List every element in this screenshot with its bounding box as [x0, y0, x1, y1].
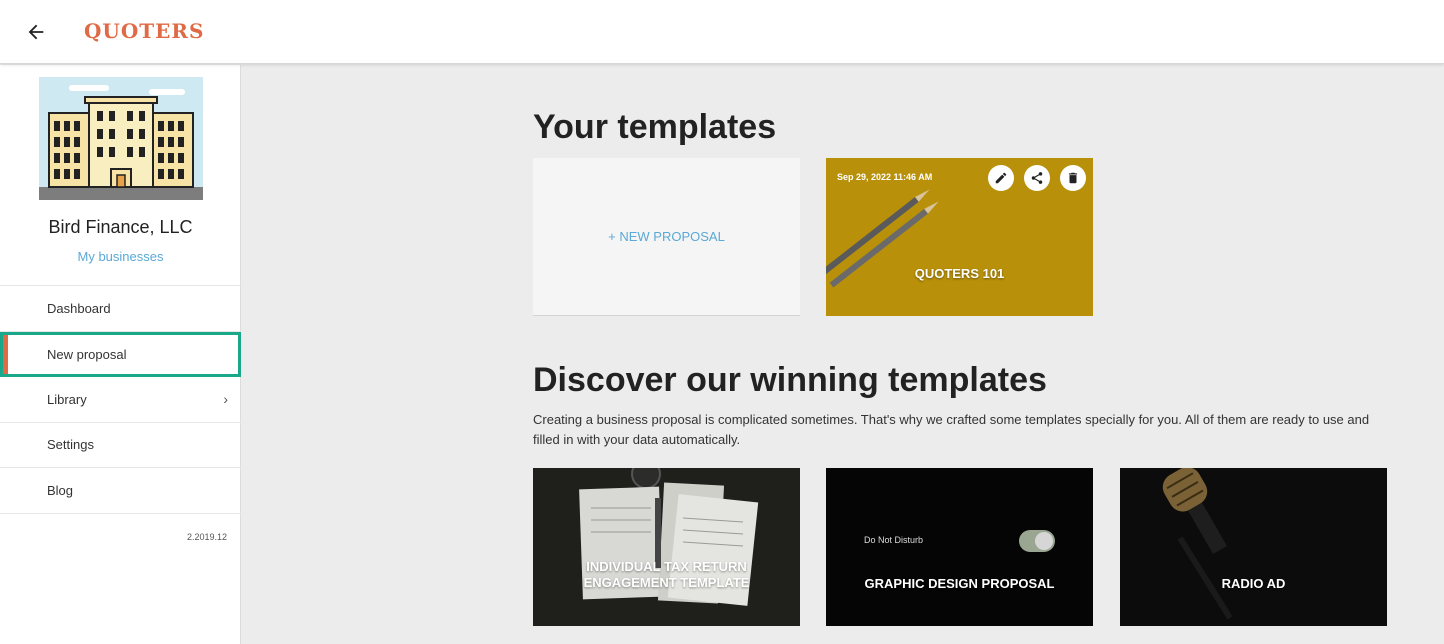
winning-template-radio-ad[interactable]: RADIO AD	[1120, 468, 1387, 626]
share-icon	[1031, 172, 1043, 184]
business-name: Bird Finance, LLC	[48, 217, 193, 237]
app-logo[interactable]: QUOTERS	[84, 19, 204, 43]
trash-icon	[1068, 172, 1078, 184]
winning-template-graphic-design[interactable]: Do Not Disturb GRAPHIC DESIGN PROPOSAL	[826, 468, 1093, 626]
business-building-image	[39, 77, 203, 200]
sidebar-item-label: Dashboard	[47, 300, 111, 316]
sidebar-item-label: New proposal	[47, 346, 127, 362]
sidebar-item-library[interactable]: Library ›	[0, 377, 241, 423]
pencil-icon	[995, 172, 1007, 184]
template-title: QUOTERS 101	[914, 266, 1005, 281]
edit-button[interactable]	[988, 165, 1014, 191]
discover-description: Creating a business proposal is complica…	[533, 412, 1370, 447]
sidebar-item-label: Blog	[47, 482, 74, 498]
chevron-right-icon: ›	[223, 391, 228, 408]
sidebar-item-label: Library	[47, 391, 87, 407]
template-card-quoters-101[interactable]: Sep 29, 2022 11:46 AM QUOTERS 101	[826, 158, 1093, 316]
delete-button[interactable]	[1060, 165, 1086, 191]
sidebar-item-blog[interactable]: Blog	[0, 468, 241, 514]
top-bar: QUOTERS	[0, 0, 1444, 64]
microphone-image	[1120, 468, 1387, 626]
sidebar: Bird Finance, LLC My businesses Dashboar…	[0, 65, 241, 644]
share-button[interactable]	[1024, 165, 1050, 191]
sidebar-item-label: Settings	[47, 437, 94, 453]
discover-heading: Discover our winning templates	[533, 361, 1047, 399]
new-proposal-card[interactable]: + NEW PROPOSAL	[533, 158, 800, 316]
template-title: INDIVIDUAL TAX RETURN ENGAGEMENT TEMPLAT…	[583, 559, 750, 590]
toggle-image	[1019, 530, 1055, 552]
overlay-text: Do Not Disturb	[864, 535, 924, 545]
template-date: Sep 29, 2022 11:46 AM	[837, 172, 933, 182]
sidebar-nav: Dashboard New proposal Library › Setting…	[0, 285, 241, 514]
back-button[interactable]	[22, 18, 50, 46]
arrow-left-icon	[28, 24, 44, 40]
my-businesses-link[interactable]: My businesses	[0, 249, 241, 264]
tax-documents-image	[533, 468, 800, 626]
your-templates-heading: Your templates	[533, 108, 777, 146]
template-title: RADIO AD	[1221, 576, 1286, 591]
template-title: GRAPHIC DESIGN PROPOSAL	[864, 576, 1055, 591]
new-proposal-label: + NEW PROPOSAL	[608, 229, 725, 244]
app-version: 2.2019.12	[186, 532, 227, 542]
sidebar-item-dashboard[interactable]: Dashboard	[0, 286, 241, 332]
winning-template-tax-return[interactable]: INDIVIDUAL TAX RETURN ENGAGEMENT TEMPLAT…	[533, 468, 800, 626]
sidebar-item-settings[interactable]: Settings	[0, 423, 241, 468]
sidebar-item-new-proposal[interactable]: New proposal	[0, 331, 241, 377]
